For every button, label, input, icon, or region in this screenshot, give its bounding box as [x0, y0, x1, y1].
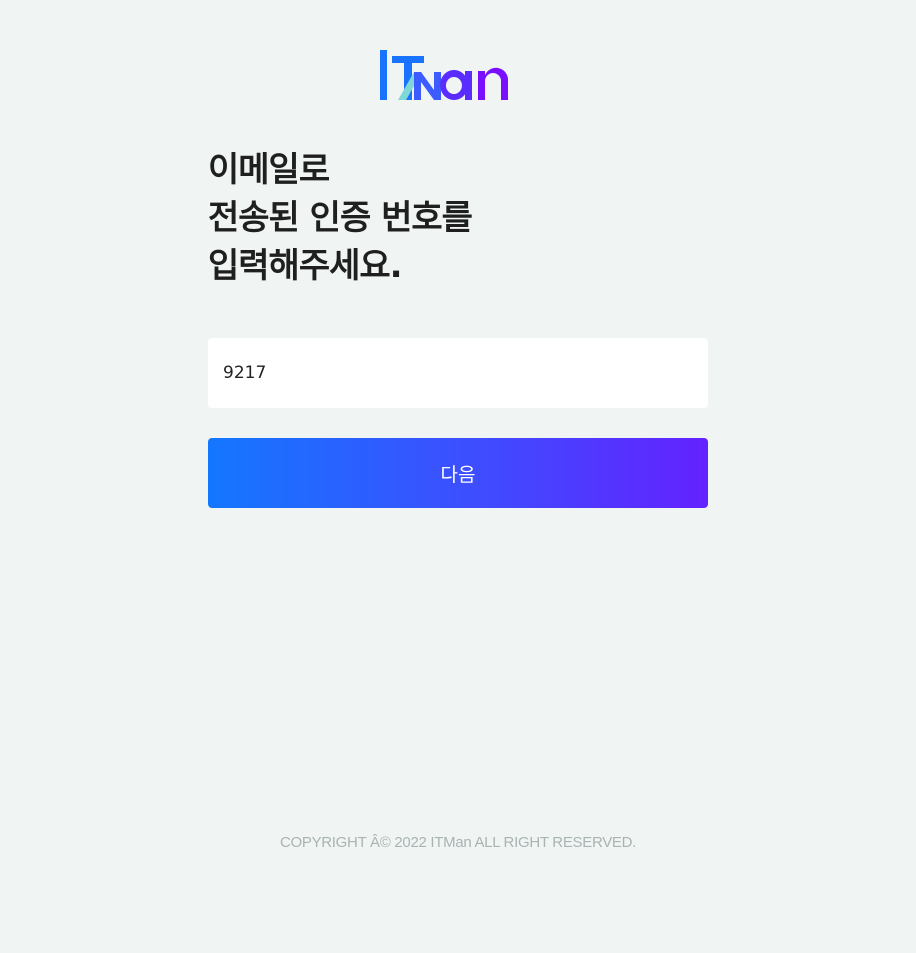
heading-line-1: 이메일로 [208, 150, 330, 190]
heading-line-2: 전송된 인증 번호를 [208, 198, 473, 238]
verification-code-input[interactable] [208, 338, 708, 408]
itman-logo [378, 50, 538, 102]
copyright-footer: COPYRIGHT Â© 2022 ITMan ALL RIGHT RESERV… [279, 834, 637, 851]
heading-line-3: 입력해주세요. [208, 246, 403, 286]
page-heading: 이메일로 전송된 인증 번호를 입력해주세요. [208, 146, 473, 290]
next-button[interactable]: 다음 [208, 438, 708, 508]
